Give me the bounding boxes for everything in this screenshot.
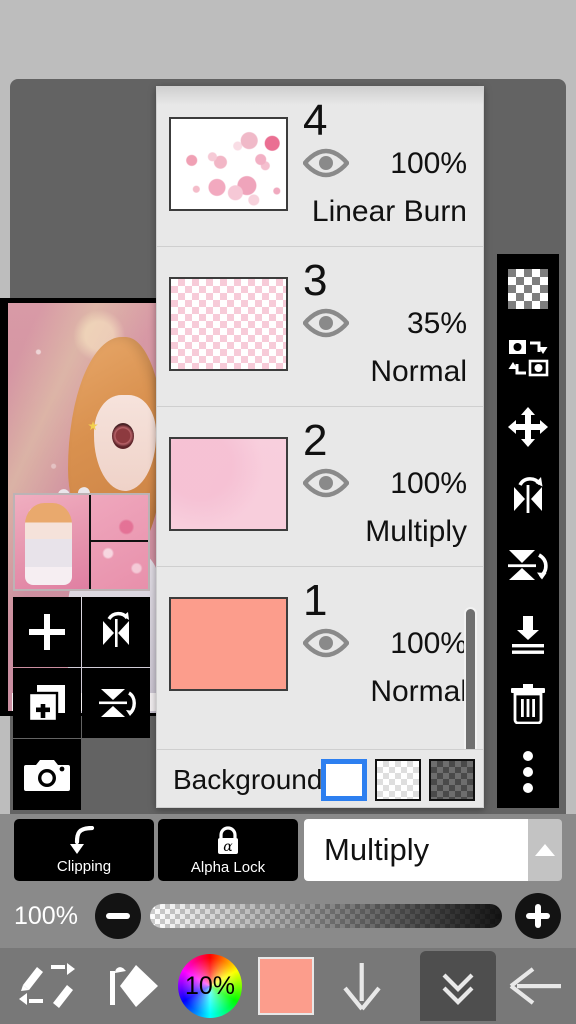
- layer-row[interactable]: 1 100% Normal: [157, 567, 483, 727]
- layer-opacity: 35%: [406, 307, 467, 340]
- flip-horizontal-button[interactable]: [82, 597, 150, 667]
- preview-character: [25, 502, 72, 586]
- opacity-bar: 100%: [0, 884, 576, 948]
- color-swatch-icon: [258, 957, 314, 1015]
- layer-thumbnail[interactable]: [169, 597, 288, 691]
- layer-blend-mode: Multiply: [365, 515, 467, 548]
- layer-row[interactable]: 4 100% Linear Burn: [157, 87, 483, 247]
- background-label: Background: [173, 764, 323, 795]
- blend-mode-select[interactable]: Multiply: [304, 819, 528, 881]
- layer-number: 4: [303, 96, 328, 145]
- layer-thumbnail[interactable]: [169, 117, 288, 211]
- layer-opacity: 100%: [390, 147, 467, 180]
- arrow-left-icon: [507, 961, 565, 1011]
- layers-panel: 4 100% Linear Burn 3 35% Normal 2 100% M…: [156, 86, 484, 808]
- background-row: Background: [157, 749, 483, 807]
- alpha-lock-icon: α: [212, 825, 244, 857]
- clipping-icon: [68, 825, 100, 856]
- background-swatch-white[interactable]: [321, 759, 367, 801]
- layer-blend-mode: Normal: [370, 355, 467, 388]
- blend-mode-value: Multiply: [324, 832, 430, 867]
- opacity-slider-track[interactable]: [150, 904, 502, 928]
- camera-button[interactable]: [13, 739, 81, 810]
- alpha-lock-label: Alpha Lock: [190, 858, 266, 876]
- paint-bucket-button[interactable]: [96, 948, 172, 1024]
- arrow-down-icon: [338, 959, 386, 1013]
- rotate-flip-horizontal-button[interactable]: [497, 461, 559, 530]
- layer-blend-mode: Linear Burn: [311, 195, 467, 228]
- opacity-decrease-button[interactable]: [95, 893, 141, 939]
- clipping-button[interactable]: Clipping: [14, 819, 154, 881]
- brush-eraser-toggle-button[interactable]: [0, 948, 96, 1024]
- layer-row[interactable]: 2 100% Multiply: [157, 407, 483, 567]
- background-swatch-transparent-dark[interactable]: [429, 759, 475, 801]
- layer-options-bar: Clipping α Alpha Lock Multiply: [0, 814, 576, 884]
- rotate-flip-vertical-button[interactable]: [497, 530, 559, 599]
- rotate-flip-vertical-icon: [505, 544, 551, 586]
- color-wheel-button[interactable]: 10%: [172, 948, 248, 1024]
- layers-list[interactable]: 4 100% Linear Burn 3 35% Normal 2 100% M…: [157, 87, 483, 749]
- layer-number: 1: [303, 576, 328, 625]
- svg-text:α: α: [223, 839, 233, 855]
- flip-horizontal-icon: [93, 611, 139, 653]
- layer-row[interactable]: 3 35% Normal: [157, 247, 483, 407]
- blend-mode-expand-button[interactable]: [528, 819, 562, 881]
- layer-number: 2: [303, 416, 328, 465]
- brush-eraser-icon: [17, 959, 79, 1013]
- preview-divider: [89, 540, 148, 543]
- merge-down-button[interactable]: [497, 599, 559, 668]
- swap-layers-button[interactable]: [497, 323, 559, 392]
- trash-icon: [509, 682, 547, 724]
- duplicate-layer-icon: [25, 681, 69, 725]
- paint-bucket-icon: [106, 959, 162, 1013]
- flip-vertical-icon: [93, 681, 139, 725]
- move-arrows-icon: [507, 406, 549, 448]
- bottom-navigation-bar: 10%: [0, 948, 576, 1024]
- download-button[interactable]: [324, 948, 400, 1024]
- layer-thumbnail[interactable]: [169, 277, 288, 371]
- layer-number: 3: [303, 256, 328, 305]
- double-chevron-down-icon: [436, 964, 480, 1008]
- collapse-panel-button[interactable]: [420, 951, 496, 1021]
- canvas-preview-thumbnail[interactable]: [13, 493, 150, 591]
- preview-left-pane: [15, 495, 90, 589]
- checkerboard-icon: [508, 268, 548, 309]
- color-wheel-icon: 10%: [178, 954, 242, 1018]
- flip-vertical-button[interactable]: [82, 668, 150, 738]
- layer-opacity: 100%: [390, 467, 467, 500]
- duplicate-layer-button[interactable]: [13, 668, 81, 738]
- opacity-value: 100%: [14, 901, 78, 930]
- more-vertical-icon: [521, 750, 535, 794]
- current-color-button[interactable]: [248, 948, 324, 1024]
- clipping-label: Clipping: [56, 857, 112, 875]
- swap-layers-icon: [506, 337, 550, 379]
- layer-visibility-toggle[interactable]: [303, 468, 349, 498]
- layer-visibility-toggle[interactable]: [303, 148, 349, 178]
- move-layer-button[interactable]: [497, 392, 559, 461]
- left-tool-cluster: [13, 597, 150, 810]
- rotate-flip-horizontal-icon: [505, 475, 551, 517]
- back-button[interactable]: [496, 948, 576, 1024]
- opacity-increase-button[interactable]: [515, 893, 561, 939]
- layer-blend-mode: Normal: [370, 675, 467, 708]
- camera-icon: [23, 755, 71, 795]
- right-tool-column: [497, 254, 559, 808]
- more-options-button[interactable]: [497, 737, 559, 806]
- brush-opacity-label: 10%: [184, 971, 236, 1000]
- chevron-up-icon: [534, 842, 556, 858]
- plus-icon: [526, 904, 550, 928]
- layer-visibility-toggle[interactable]: [303, 628, 349, 658]
- merge-down-icon: [507, 613, 549, 655]
- layer-opacity: 100%: [390, 627, 467, 660]
- plus-icon: [25, 610, 69, 654]
- artwork-eye: [112, 423, 134, 449]
- delete-layer-button[interactable]: [497, 668, 559, 737]
- alpha-lock-button[interactable]: α Alpha Lock: [158, 819, 298, 881]
- transparency-button[interactable]: [497, 254, 559, 323]
- add-layer-button[interactable]: [13, 597, 81, 667]
- layer-visibility-toggle[interactable]: [303, 308, 349, 338]
- layer-thumbnail[interactable]: [169, 437, 288, 531]
- background-swatch-transparent-light[interactable]: [375, 759, 421, 801]
- minus-icon: [106, 913, 130, 919]
